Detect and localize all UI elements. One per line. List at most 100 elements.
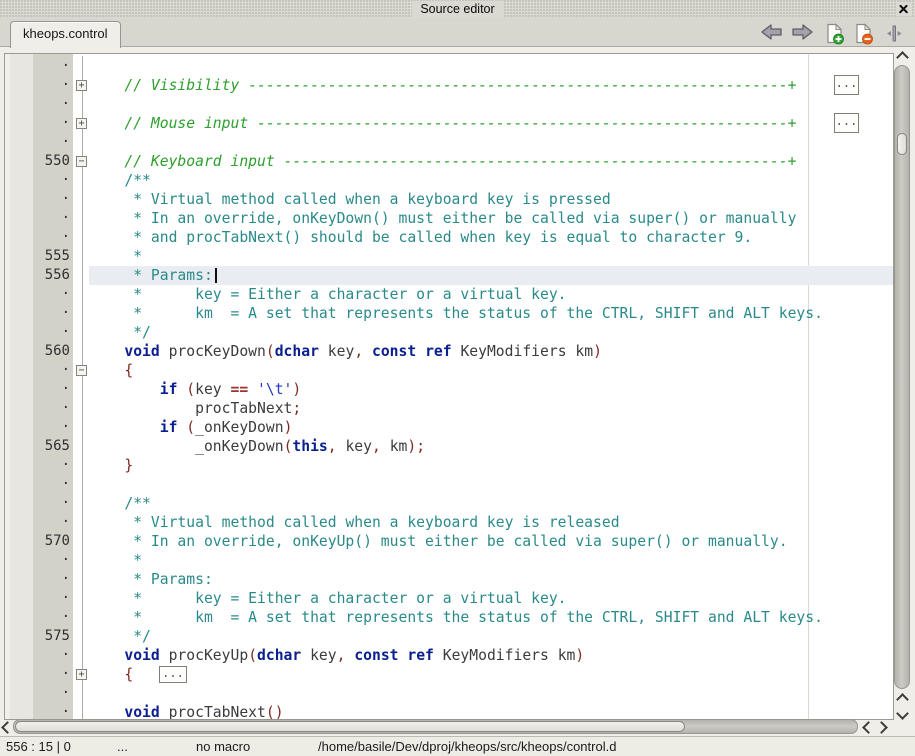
code-text: procTabNext; — [89, 399, 301, 418]
h-scrollbar-thumb[interactable] — [15, 721, 685, 732]
line-number: · — [33, 513, 72, 532]
fold-toggle[interactable]: − — [76, 365, 87, 376]
line-number: · — [33, 323, 72, 342]
code-row[interactable]: · void procKeyUp(dchar key, const ref Ke… — [5, 646, 893, 665]
code-row[interactable]: · + // Visibility -----------------------… — [5, 76, 893, 95]
code-text: * key = Either a character or a virtual … — [89, 589, 567, 608]
code-row[interactable]: · * — [5, 551, 893, 570]
fold-toggle[interactable]: − — [76, 156, 87, 167]
code-row[interactable]: · — [5, 684, 893, 703]
v-scrollbar[interactable] — [893, 47, 911, 735]
line-number: · — [33, 475, 72, 494]
scroll-up-button[interactable] — [898, 53, 907, 62]
code-row[interactable]: · — [5, 133, 893, 152]
code-row[interactable]: 570 * In an override, onKeyUp() must eit… — [5, 532, 893, 551]
code-row[interactable]: · void procTabNext() — [5, 703, 893, 720]
code-text: * key = Either a character or a virtual … — [89, 285, 567, 304]
code-row[interactable]: · — [5, 95, 893, 114]
code-text: */ — [89, 323, 151, 342]
code-row[interactable]: 555 * — [5, 247, 893, 266]
line-number: · — [33, 399, 72, 418]
fold-toggle[interactable]: + — [76, 80, 87, 91]
code-row[interactable]: · — [5, 475, 893, 494]
code-text: { — [89, 665, 133, 684]
code-row[interactable]: · /** — [5, 494, 893, 513]
code-row[interactable]: · * Virtual method called when a keyboar… — [5, 190, 893, 209]
code-row[interactable]: · * key = Either a character or a virtua… — [5, 285, 893, 304]
v-scrollbar-trough[interactable] — [894, 65, 910, 689]
code-text: void procKeyDown(dchar key, const ref Ke… — [89, 342, 602, 361]
code-row[interactable]: · } — [5, 456, 893, 475]
code-row[interactable]: ·− { — [5, 361, 893, 380]
tab-kheops-control[interactable]: kheops.control — [10, 21, 121, 48]
code-row[interactable]: · * Params: — [5, 570, 893, 589]
line-number: · — [33, 456, 72, 475]
line-number: · — [33, 304, 72, 323]
code-row[interactable]: ·+ {... — [5, 665, 893, 684]
code-row[interactable]: · * km = A set that represents the statu… — [5, 608, 893, 627]
v-scrollbar-thumb[interactable] — [897, 133, 907, 155]
code-text: */ — [89, 627, 151, 646]
code-row[interactable]: · — [5, 57, 893, 76]
code-text: { — [89, 361, 133, 380]
scroll-up-button[interactable] — [898, 695, 907, 704]
collapsed-fold-ellipsis[interactable]: ... — [834, 113, 859, 133]
line-number: · — [33, 76, 72, 95]
nav-back-button[interactable] — [760, 23, 784, 45]
arrow-right-icon — [791, 23, 813, 41]
code-row[interactable]: · if (_onKeyDown) — [5, 418, 893, 437]
code-row[interactable]: · * and procTabNext() should be called w… — [5, 228, 893, 247]
new-document-button[interactable] — [823, 23, 847, 45]
code-text: // Visibility --------------------------… — [89, 76, 796, 95]
line-number: 565 — [33, 437, 72, 456]
chevron-down-icon — [896, 707, 909, 720]
close-button[interactable] — [897, 2, 911, 16]
code-row[interactable]: · */ — [5, 323, 893, 342]
nav-forward-button[interactable] — [790, 23, 814, 45]
line-number: 555 — [33, 247, 72, 266]
scroll-left-button[interactable] — [864, 723, 873, 732]
line-number: · — [33, 114, 72, 133]
editor[interactable]: ··+ // Visibility ----------------------… — [4, 53, 894, 720]
code-row[interactable]: 575 */ — [5, 627, 893, 646]
code-row[interactable]: · * key = Either a character or a virtua… — [5, 589, 893, 608]
split-editor-button[interactable] — [882, 23, 906, 45]
line-number: · — [33, 380, 72, 399]
code-row[interactable]: 560 void procKeyDown(dchar key, const re… — [5, 342, 893, 361]
scroll-down-button[interactable] — [898, 709, 907, 718]
h-scrollbar-trough[interactable] — [13, 719, 858, 734]
close-document-button[interactable] — [852, 23, 876, 45]
chevron-left-icon — [862, 721, 875, 734]
line-number: 560 — [33, 342, 72, 361]
code-text: void procTabNext() — [89, 703, 284, 720]
line-number: · — [33, 703, 72, 720]
code-row[interactable]: · procTabNext; — [5, 399, 893, 418]
collapsed-fold-ellipsis[interactable]: ... — [159, 666, 187, 683]
code-row[interactable]: ·+ // Mouse input ----------------------… — [5, 114, 893, 133]
line-number: 556 — [33, 266, 72, 285]
code-row[interactable]: · if (key == '\t') — [5, 380, 893, 399]
code-area[interactable]: ··+ // Visibility ----------------------… — [5, 54, 893, 719]
line-number: · — [33, 684, 72, 703]
code-row[interactable]: · * Virtual method called when a keyboar… — [5, 513, 893, 532]
code-text: * Params: — [89, 570, 213, 589]
line-number: 570 — [33, 532, 72, 551]
collapsed-fold-ellipsis[interactable]: ... — [834, 75, 859, 95]
h-scrollbar[interactable] — [0, 718, 890, 735]
code-row[interactable]: 565 _onKeyDown(this, key, km); — [5, 437, 893, 456]
scroll-left-button[interactable] — [3, 723, 12, 732]
code-row[interactable]: · * km = A set that represents the statu… — [5, 304, 893, 323]
scroll-right-button[interactable] — [877, 723, 886, 732]
code-row[interactable]: · /** — [5, 171, 893, 190]
line-number: · — [33, 171, 72, 190]
line-number: · — [33, 133, 72, 152]
code-text: void procKeyUp(dchar key, const ref KeyM… — [89, 646, 584, 665]
code-text: } — [89, 456, 133, 475]
fold-toggle[interactable]: + — [76, 118, 87, 129]
code-row[interactable]: 556 * Params: — [5, 266, 893, 285]
line-number: · — [33, 95, 72, 114]
fold-toggle[interactable]: + — [76, 669, 87, 680]
code-row[interactable]: 550− // Keyboard input -----------------… — [5, 152, 893, 171]
code-text: * Params: — [89, 266, 213, 285]
code-row[interactable]: · * In an override, onKeyDown() must eit… — [5, 209, 893, 228]
